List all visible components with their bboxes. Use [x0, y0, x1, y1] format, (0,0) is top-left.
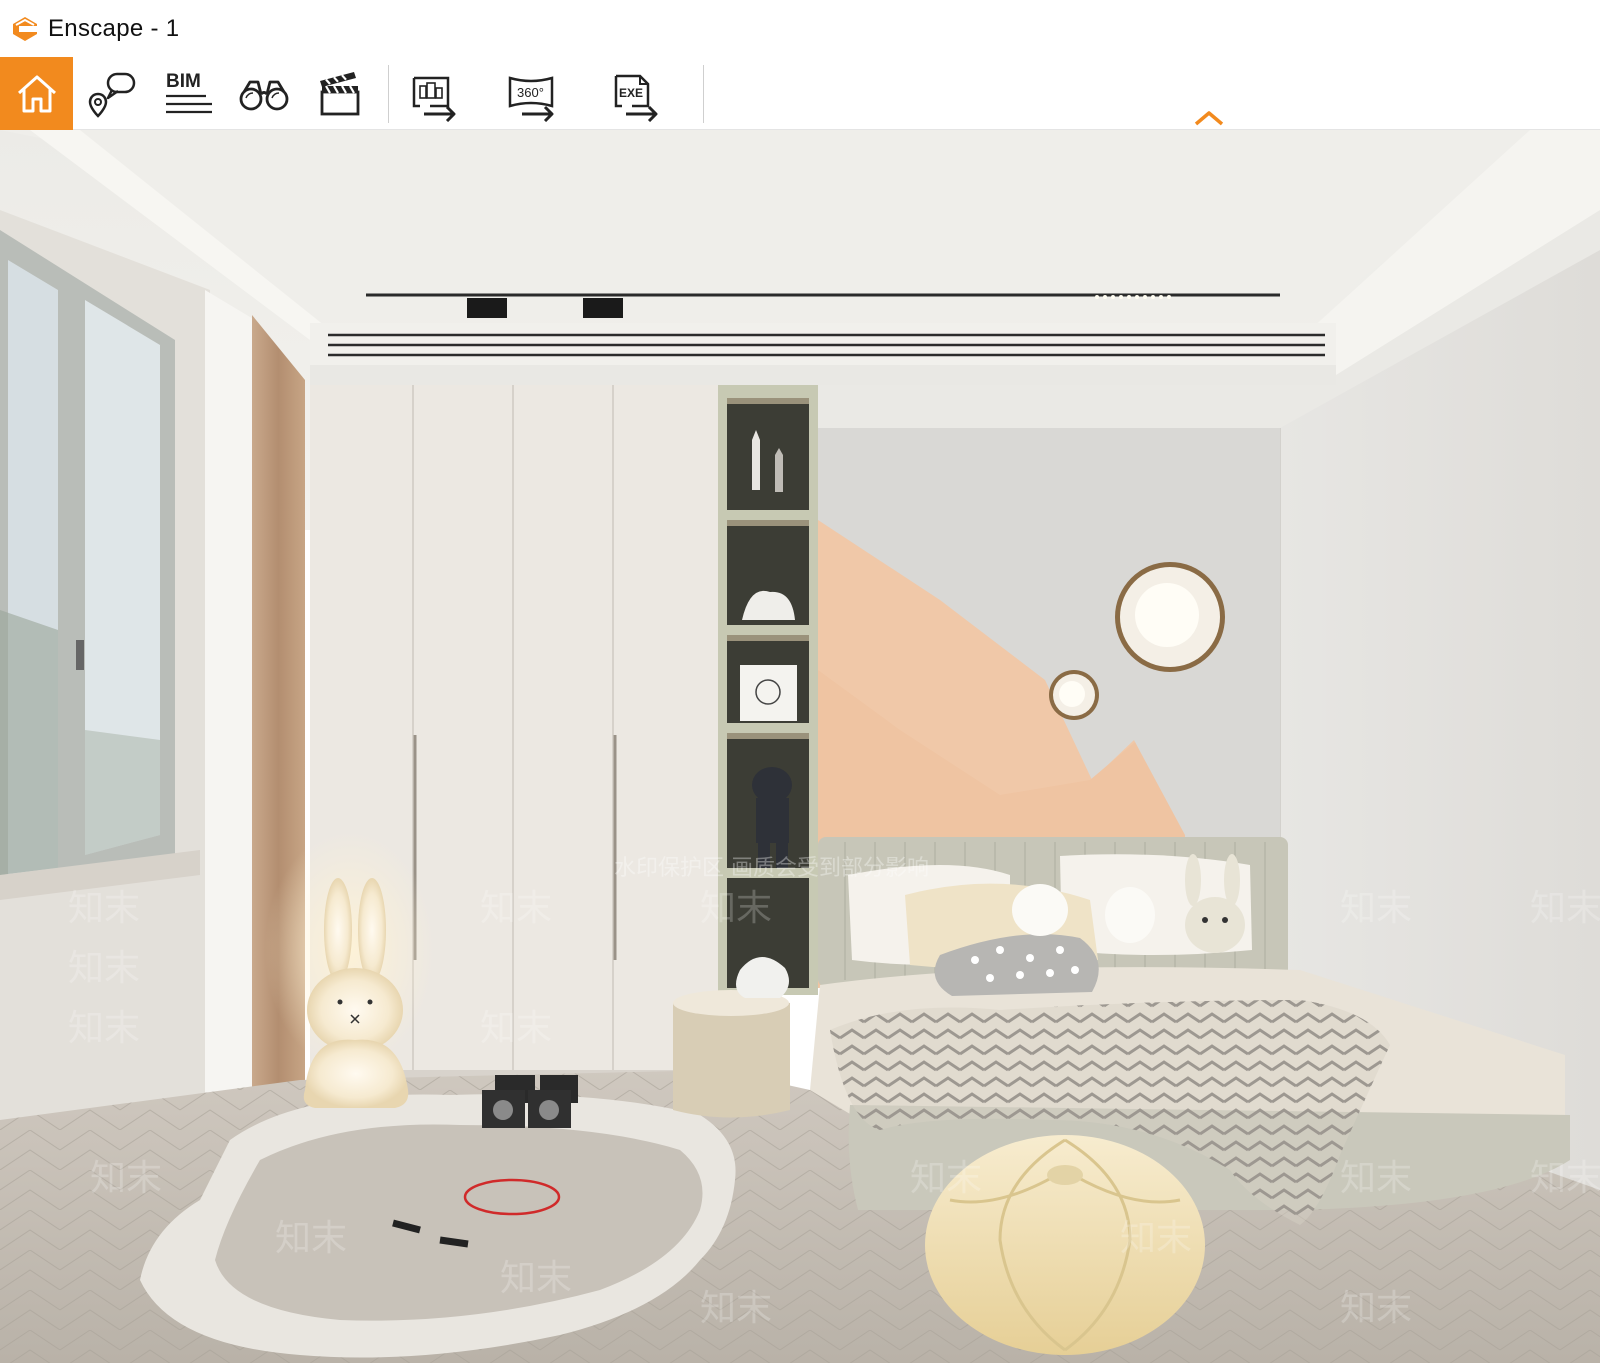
bim-button[interactable]: BIM — [156, 57, 220, 130]
binoculars-icon — [239, 80, 289, 110]
watermark-tile: 知末 — [1530, 1158, 1600, 1199]
enscape-logo-icon — [13, 16, 37, 41]
exe-label: EXE — [619, 86, 643, 100]
bim-label: BIM — [166, 71, 201, 92]
toolbar-separator — [388, 65, 389, 123]
main-toolbar: BIM 360° EXE — [0, 57, 1600, 153]
watermark-tile: 知末 — [68, 948, 140, 989]
watermark-tile: 知末 — [700, 1288, 772, 1329]
watermark-tile: 知末 — [90, 1158, 162, 1199]
export-image-button[interactable] — [406, 57, 466, 130]
watermark-banner: 水印保护区 画质会受到部分影响 — [614, 856, 929, 881]
render-viewport[interactable]: 水印保护区 画质会受到部分影响 知末 知末 知末 知末 知末 知末 知末 知末 … — [0, 130, 1600, 1363]
picture-frame — [740, 665, 797, 721]
collapse-toolbar-chevron-up-icon[interactable] — [1192, 108, 1226, 128]
watermark-tile: 知末 — [1340, 888, 1412, 929]
export-panorama-button[interactable]: 360° — [506, 57, 566, 130]
watermark-tile: 知末 — [480, 888, 552, 929]
watermark-tile: 知末 — [500, 1258, 572, 1299]
spotlight — [583, 298, 623, 318]
rocket-figure — [752, 430, 760, 490]
export-exe-button[interactable]: EXE — [608, 57, 668, 130]
bunny-lamp — [324, 878, 352, 982]
watermark-tile: 知末 — [275, 1218, 347, 1259]
panorama-label: 360° — [517, 85, 544, 100]
home-icon — [17, 75, 56, 112]
views-button[interactable] — [80, 57, 144, 130]
home-button[interactable] — [0, 57, 73, 130]
watermark-tile: 知末 — [480, 1008, 552, 1049]
enscape-window: Enscape - 1 BIM 360° EXE 水印保护区 画质会受到部分影响… — [0, 0, 1600, 1363]
spotlight — [467, 298, 507, 318]
watermark-tile: 知末 — [68, 1008, 140, 1049]
watermark-tile: 知末 — [1120, 1218, 1192, 1259]
title-bar: Enscape - 1 — [0, 0, 1600, 57]
export-exe-icon: EXE — [614, 74, 658, 122]
watermark-tile: 知末 — [1340, 1158, 1412, 1199]
export-panorama-icon: 360° — [508, 75, 554, 122]
watermark-tile: 知末 — [1530, 888, 1600, 929]
watermark-tile: 知末 — [68, 888, 140, 929]
window-title: Enscape - 1 — [48, 14, 180, 42]
watermark-tile: 知末 — [700, 888, 772, 929]
video-editor-button[interactable] — [308, 57, 372, 130]
bear-figure — [752, 767, 792, 803]
bedroom-render-image: 水印保护区 画质会受到部分影响 知末 知末 知末 知末 知末 知末 知末 知末 … — [0, 130, 1600, 1363]
watermark-tile: 知末 — [910, 1158, 982, 1199]
toolbar-separator — [703, 65, 704, 123]
location-chat-icon — [88, 72, 136, 118]
sheer-curtain — [205, 290, 255, 1125]
clapperboard-icon — [320, 71, 360, 115]
export-image-icon — [412, 76, 456, 122]
binoculars-button[interactable] — [232, 57, 296, 130]
watermark-tile: 知末 — [1340, 1288, 1412, 1329]
bim-icon: BIM — [166, 71, 212, 113]
